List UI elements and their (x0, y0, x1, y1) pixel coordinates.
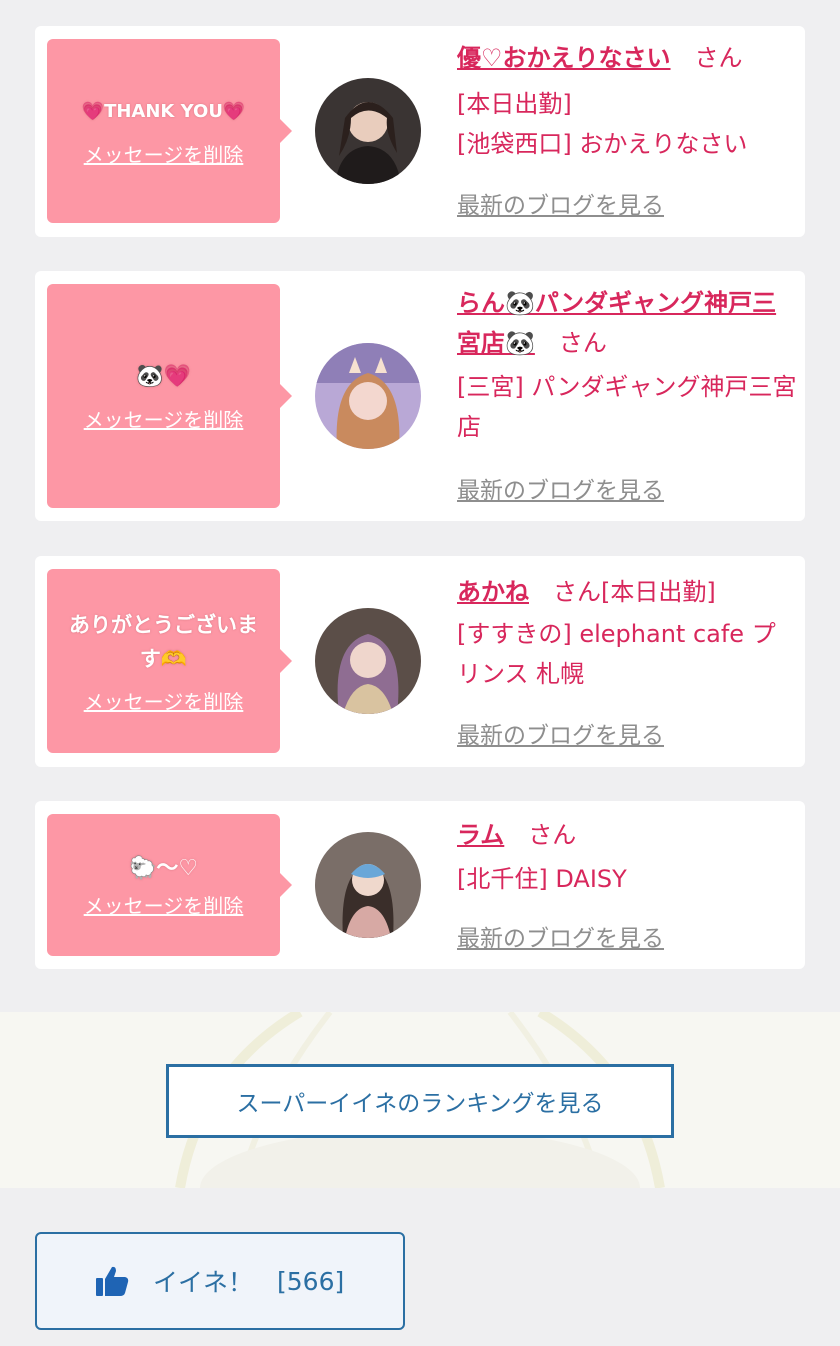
message-bubble: 🐼💗 メッセージを削除 (47, 284, 292, 508)
thumbs-up-icon (95, 1265, 129, 1297)
avatar[interactable] (315, 78, 421, 184)
delete-message-link[interactable]: メッセージを削除 (84, 404, 244, 433)
cast-name-link[interactable]: 優♡おかえりなさい (457, 44, 671, 72)
like-button[interactable]: イイネ！ [566] (35, 1232, 405, 1330)
super-like-card: 🐑〜♡ メッセージを削除 ラム さん [北千住] DAISY 最新のブログを見る (35, 801, 805, 969)
honorific: さん (558, 329, 607, 357)
status-line: [本日出勤] (601, 578, 716, 606)
delete-message-link[interactable]: メッセージを削除 (84, 890, 244, 919)
avatar[interactable] (315, 608, 421, 714)
avatar[interactable] (315, 832, 421, 938)
shop-line: [すすきの] elephant cafe プリンス 札幌 (457, 620, 776, 688)
cast-info: あかね さん[本日出勤] [すすきの] elephant cafe プリンス 札幌 (457, 572, 797, 694)
shop-line: [北千住] DAISY (457, 865, 627, 893)
super-like-ranking-button[interactable]: スーパーイイネのランキングを見る (166, 1064, 674, 1138)
message-bubble: ありがとうございます🫶 メッセージを削除 (47, 569, 292, 753)
super-like-card: ありがとうございます🫶 メッセージを削除 あかね さん[本日出勤] [すすきの] … (35, 556, 805, 767)
cast-name-link[interactable]: らん🐼パンダギャング神戸三宮店🐼 (457, 289, 776, 357)
delete-message-link[interactable]: メッセージを削除 (84, 139, 244, 168)
message-bubble: 🐑〜♡ メッセージを削除 (47, 814, 292, 956)
cast-name-link[interactable]: ラム (457, 821, 504, 849)
shop-line: [池袋西口] おかえりなさい (457, 130, 748, 158)
latest-blog-link[interactable]: 最新のブログを見る (457, 716, 664, 750)
message-text: 🐑〜♡ (128, 855, 199, 881)
honorific: さん (694, 44, 743, 72)
super-like-card: 🐼💗 メッセージを削除 らん🐼パンダギャング神戸三宮店🐼 さん [三宮] パンダギ… (35, 271, 805, 521)
shop-line: [三宮] パンダギャング神戸三宮店 (457, 373, 797, 441)
message-text: ありがとうございます🫶 (69, 612, 258, 671)
like-label: イイネ！ (153, 1268, 254, 1297)
latest-blog-link[interactable]: 最新のブログを見る (457, 186, 664, 220)
message-bubble: 💗THANK YOU💗 メッセージを削除 (47, 39, 292, 223)
avatar[interactable] (315, 343, 421, 449)
honorific: さん (528, 821, 577, 849)
delete-message-link[interactable]: メッセージを削除 (84, 686, 244, 715)
message-text: 💗THANK YOU💗 (81, 100, 246, 122)
honorific: さん (553, 578, 601, 606)
ranking-banner: スーパーイイネのランキングを見る (0, 1012, 840, 1188)
like-count: [566] (277, 1266, 345, 1296)
cast-info: ラム さん [北千住] DAISY (457, 815, 797, 899)
latest-blog-link[interactable]: 最新のブログを見る (457, 471, 664, 505)
cast-info: らん🐼パンダギャング神戸三宮店🐼 さん [三宮] パンダギャング神戸三宮店 (457, 283, 797, 447)
cast-name-link[interactable]: あかね (457, 578, 529, 606)
message-text: 🐼💗 (136, 363, 191, 389)
status-line: [本日出勤] (457, 90, 572, 118)
cast-info: 優♡おかえりなさい さん [本日出勤] [池袋西口] おかえりなさい (457, 38, 797, 164)
super-like-card: 💗THANK YOU💗 メッセージを削除 優♡おかえりなさい さん [本日出勤] … (35, 26, 805, 237)
latest-blog-link[interactable]: 最新のブログを見る (457, 919, 664, 953)
